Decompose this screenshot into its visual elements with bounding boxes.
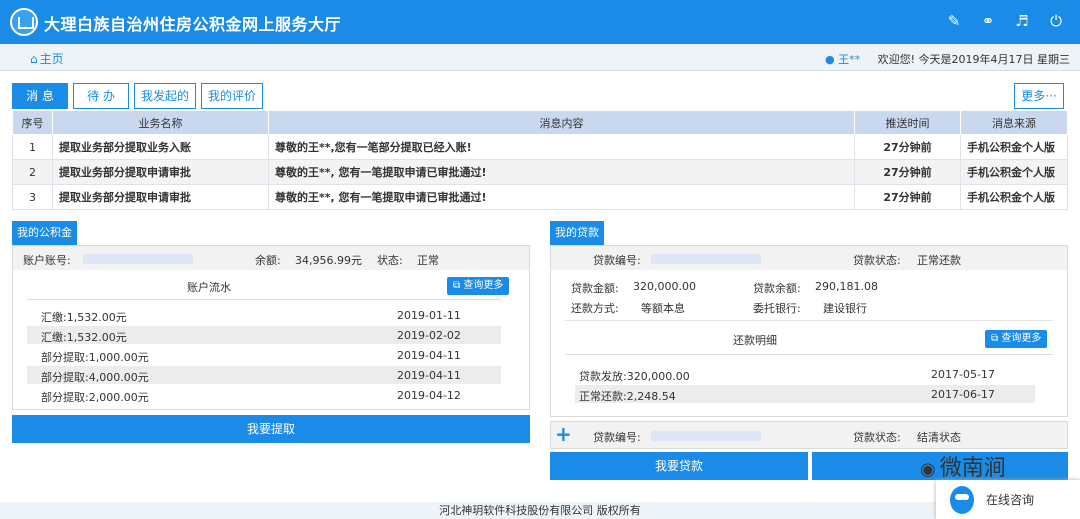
- loan-status-value: 正常还款: [917, 254, 961, 267]
- message-tabs: 消 息 待 办 我发起的 我的评价: [12, 83, 264, 109]
- expand-plus-icon[interactable]: +: [555, 422, 572, 446]
- wechat-icon: ◉: [920, 459, 936, 480]
- col-header: 消息来源: [960, 110, 1068, 135]
- tab-messages[interactable]: 消 息: [12, 83, 68, 109]
- repay-date: 2017-05-17: [931, 368, 995, 381]
- flow-date: 2019-04-11: [397, 369, 461, 382]
- user-info: ● 王** 欢迎您! 今天是2019年4月17日 星期三: [825, 51, 1070, 67]
- nav-bar: ⌂ 主页 ● 王** 欢迎您! 今天是2019年4月17日 星期三: [0, 44, 1080, 71]
- table-row[interactable]: 3 提取业务部分提取申请审批 尊敬的王**, 您有一笔提取申请已审批通过! 27…: [12, 184, 1068, 210]
- account-label: 账户账号:: [23, 254, 71, 267]
- bank-value: 建设银行: [823, 302, 867, 315]
- flow-title: 账户流水: [187, 281, 231, 294]
- top-header: 大理白族自治州住房公积金网上服务大厅 ✎ ⚭ ♬ ⏻: [0, 0, 1080, 44]
- repay-amount: 正常还款:2,248.54: [579, 390, 676, 403]
- col-header: 序号: [12, 110, 53, 135]
- speaker-icon[interactable]: ♬: [1012, 11, 1032, 31]
- home-link[interactable]: ⌂ 主页: [30, 50, 64, 67]
- loan-query-more-button[interactable]: ⧉ 查询更多: [985, 330, 1048, 348]
- repay-amount: 贷款发放:320,000.00: [579, 370, 690, 383]
- loan-section-title: 我的贷款: [550, 221, 604, 245]
- edit-icon[interactable]: ✎: [944, 11, 964, 31]
- tab-reviews[interactable]: 我的评价: [201, 83, 264, 109]
- flow-date: 2019-02-02: [397, 329, 461, 342]
- external-link-icon: ⧉: [453, 280, 461, 291]
- col-header: 推送时间: [854, 110, 961, 135]
- status-label: 状态:: [377, 254, 403, 267]
- table-row[interactable]: 1 提取业务部分提取业务入账 尊敬的王**,您有一笔部分提取已经入账! 27分钟…: [12, 134, 1068, 160]
- online-chat-widget[interactable]: 在线咨询: [936, 480, 1080, 519]
- second-loan-row: + 贷款编号: 贷款状态: 结清状态: [550, 421, 1068, 449]
- flow-date: 2019-04-11: [397, 349, 461, 362]
- footer: 河北神玥软件科技股份有限公司 版权所有: [0, 502, 1080, 519]
- col-header: 消息内容: [268, 110, 855, 135]
- tab-todo[interactable]: 待 办: [73, 83, 129, 109]
- key-icon[interactable]: ⚭: [978, 11, 998, 31]
- col-header: 业务名称: [52, 110, 269, 135]
- loan-button[interactable]: 我要贷款: [550, 452, 808, 480]
- withdraw-button[interactable]: 我要提取: [12, 415, 530, 443]
- flow-date: 2019-04-12: [397, 389, 461, 402]
- flow-amount: 部分提取:1,000.00元: [41, 351, 149, 364]
- wechat-watermark: ◉ 微南涧: [920, 456, 1006, 481]
- flow-date: 2019-01-11: [397, 309, 461, 322]
- loan-no-label: 贷款编号:: [593, 431, 641, 444]
- repay-detail-title: 还款明细: [733, 334, 777, 347]
- flow-amount: 部分提取:2,000.00元: [41, 391, 149, 404]
- more-button[interactable]: 更多···: [1014, 83, 1064, 109]
- repay-date: 2017-06-17: [931, 388, 995, 401]
- fund-query-more-button[interactable]: ⧉ 查询更多: [447, 277, 510, 295]
- loan-no-label: 贷款编号:: [593, 254, 641, 267]
- account-number-masked: [83, 254, 193, 264]
- loan-number-masked: [651, 431, 761, 441]
- repay-method-label: 还款方式:: [571, 302, 619, 315]
- robot-icon: [950, 486, 974, 514]
- balance-value: 34,956.99元: [295, 254, 362, 267]
- flow-amount: 汇缴:1,532.00元: [41, 331, 127, 344]
- fund-panel: 账户账号: 余额: 34,956.99元 状态: 正常 账户流水 ⧉ 查询更多 …: [12, 245, 530, 410]
- loan-status-label: 贷款状态:: [853, 431, 901, 444]
- power-icon[interactable]: ⏻: [1046, 11, 1066, 31]
- user-name[interactable]: ● 王**: [825, 53, 860, 66]
- user-icon: ●: [824, 53, 835, 66]
- flow-amount: 部分提取:4,000.00元: [41, 371, 149, 384]
- loan-status-label: 贷款状态:: [853, 254, 901, 267]
- external-link-icon: ⧉: [991, 333, 999, 344]
- bank-label: 委托银行:: [753, 302, 801, 315]
- repay-method-value: 等额本息: [641, 302, 685, 315]
- welcome-text: 欢迎您! 今天是2019年4月17日 星期三: [877, 53, 1070, 66]
- status-value: 正常: [417, 254, 439, 267]
- tab-initiated[interactable]: 我发起的: [134, 83, 197, 109]
- loan-amount-value: 320,000.00: [633, 280, 696, 293]
- loan-status-value: 结清状态: [917, 431, 961, 444]
- table-row[interactable]: 2 提取业务部分提取申请审批 尊敬的王**, 您有一笔提取申请已审批通过! 27…: [12, 159, 1068, 185]
- message-table: 序号 业务名称 消息内容 推送时间 消息来源 1 提取业务部分提取业务入账 尊敬…: [12, 110, 1068, 210]
- loan-amount-label: 贷款金额:: [571, 282, 619, 295]
- loan-number-masked: [651, 254, 761, 264]
- loan-remaining-value: 290,181.08: [815, 280, 878, 293]
- loan-remaining-label: 贷款余额:: [753, 282, 801, 295]
- chat-label: 在线咨询: [986, 493, 1035, 507]
- balance-label: 余额:: [255, 254, 281, 267]
- home-icon: ⌂: [30, 52, 38, 66]
- app-title: 大理白族自治州住房公积金网上服务大厅: [44, 15, 342, 34]
- fund-section-title: 我的公积金: [12, 221, 77, 245]
- flow-amount: 汇缴:1,532.00元: [41, 311, 127, 324]
- logo: [10, 8, 38, 36]
- loan-panel: 贷款编号: 贷款状态: 正常还款 贷款金额: 320,000.00 贷款余额: …: [550, 245, 1068, 417]
